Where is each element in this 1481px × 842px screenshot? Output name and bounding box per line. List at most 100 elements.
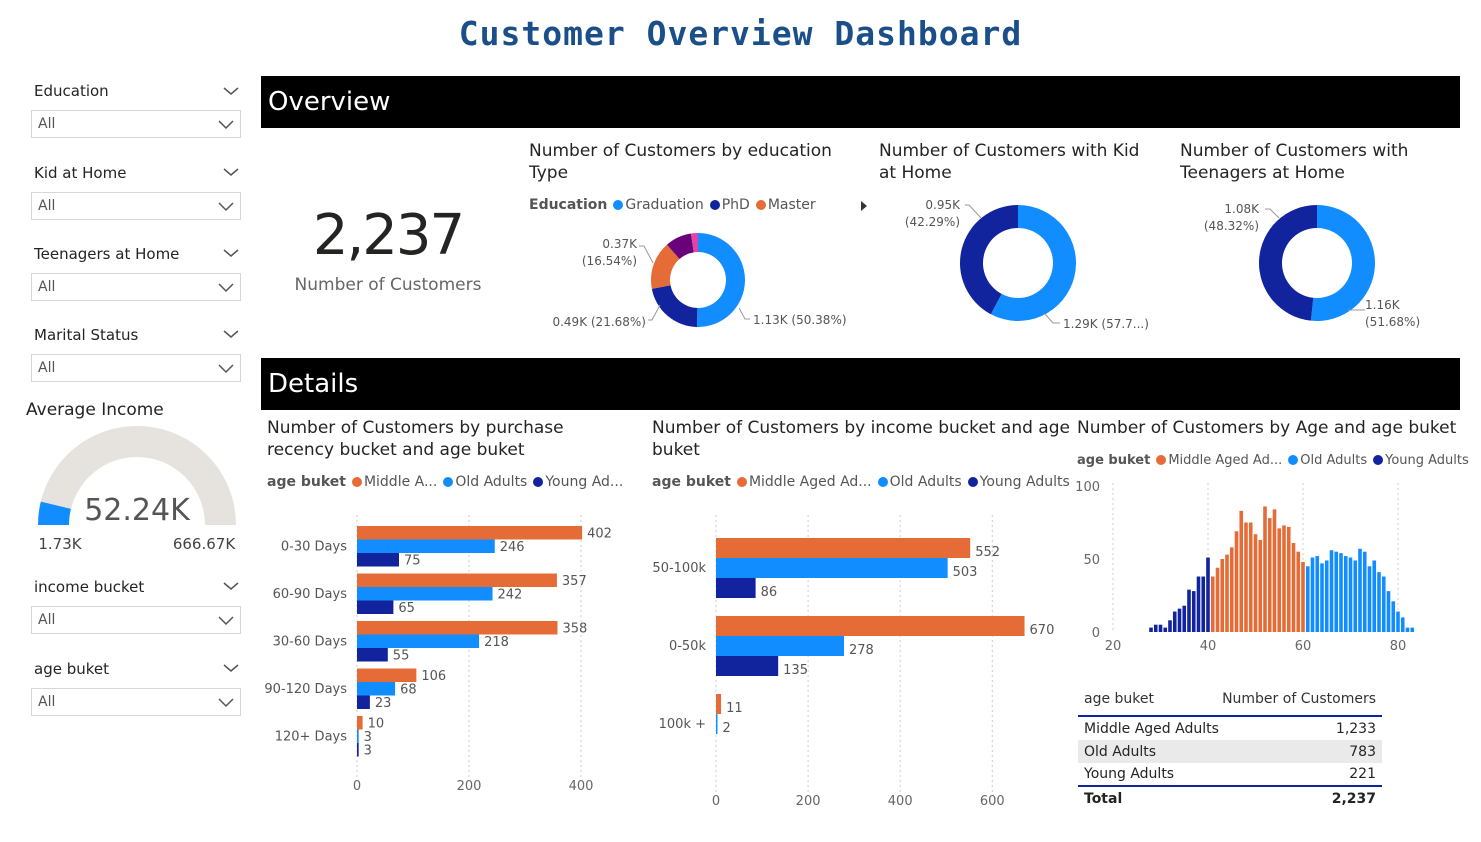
chevron-down-icon[interactable] [222, 580, 240, 592]
histogram-bar[interactable] [1282, 525, 1286, 632]
histogram-bar[interactable] [1172, 611, 1177, 632]
histogram-bar[interactable] [1348, 557, 1353, 632]
bar[interactable] [716, 714, 718, 734]
legend-item[interactable]: Young Adults [1385, 453, 1469, 468]
slicer-dropdown[interactable]: All [31, 110, 241, 138]
legend-item[interactable]: Graduation [625, 197, 703, 213]
histogram-bar[interactable] [1305, 566, 1310, 632]
legend-item[interactable]: Middle Aged Ad... [749, 474, 872, 490]
bar[interactable] [716, 694, 722, 714]
histogram-bar[interactable] [1334, 551, 1339, 632]
histogram-bar[interactable] [1362, 551, 1367, 632]
bar[interactable] [357, 573, 557, 588]
histogram-bar[interactable] [1229, 547, 1234, 632]
histogram-bar[interactable] [1267, 518, 1272, 632]
legend-item[interactable]: Young Ad... [545, 474, 623, 490]
histogram-bar[interactable] [1296, 551, 1301, 632]
histogram-bar[interactable] [1301, 561, 1305, 632]
slicer-dropdown[interactable]: All [31, 606, 241, 634]
histogram-bar[interactable] [1291, 542, 1296, 632]
histogram-bar[interactable] [1310, 557, 1315, 632]
legend-item[interactable]: PhD [722, 197, 750, 213]
histogram-bar[interactable] [1177, 608, 1182, 632]
chevron-down-icon[interactable] [222, 166, 240, 178]
bar[interactable] [357, 553, 399, 567]
histogram-bar[interactable] [1206, 557, 1210, 632]
histogram-bar[interactable] [1343, 556, 1348, 632]
histogram-bar[interactable] [1377, 572, 1381, 632]
bar[interactable] [357, 729, 359, 744]
histogram-bar[interactable] [1400, 617, 1405, 632]
histogram-bar[interactable] [1215, 567, 1220, 632]
histogram-bar[interactable] [1277, 528, 1282, 632]
histogram-bar[interactable] [1367, 566, 1372, 632]
slicer-dropdown[interactable]: All [31, 192, 241, 220]
histogram-bar[interactable] [1158, 624, 1163, 632]
histogram-bar[interactable] [1153, 624, 1158, 632]
bar[interactable] [716, 656, 779, 676]
legend-item[interactable]: Old Adults [455, 474, 527, 490]
table-header[interactable]: Number of Customers [1220, 682, 1382, 716]
histogram-bar[interactable] [1220, 559, 1225, 632]
bar[interactable] [357, 743, 359, 757]
histogram-bar[interactable] [1248, 522, 1253, 633]
histogram-bar[interactable] [1329, 550, 1334, 632]
bar[interactable] [357, 668, 417, 683]
chevron-down-icon[interactable] [222, 662, 240, 674]
histogram-bar[interactable] [1263, 506, 1267, 632]
histogram-bar[interactable] [1391, 601, 1396, 632]
histogram-bar[interactable] [1272, 509, 1277, 632]
bar[interactable] [357, 716, 363, 730]
histogram-bar[interactable] [1353, 560, 1358, 632]
chevron-down-icon[interactable] [222, 247, 240, 259]
legend-item[interactable]: Young Adults [980, 474, 1070, 490]
histogram-bar[interactable] [1286, 526, 1291, 632]
bar[interactable] [716, 616, 1025, 636]
bar[interactable] [357, 600, 394, 615]
legend-item[interactable]: Master [768, 197, 816, 213]
bar[interactable] [357, 682, 396, 696]
histogram-bar[interactable] [1210, 576, 1215, 632]
bar[interactable] [357, 526, 583, 540]
bar[interactable] [357, 648, 388, 662]
histogram-bar[interactable] [1358, 548, 1362, 632]
donut-slice[interactable] [651, 285, 698, 327]
slicer-dropdown[interactable]: All [31, 273, 241, 301]
legend-scroll-arrow-icon[interactable] [859, 200, 869, 212]
histogram-bar[interactable] [1386, 591, 1391, 632]
chevron-down-icon[interactable] [222, 328, 240, 340]
histogram-bar[interactable] [1191, 591, 1196, 632]
donut-slice[interactable] [697, 233, 745, 327]
slicer-dropdown[interactable]: All [31, 688, 241, 716]
bar[interactable] [716, 636, 845, 656]
slicer-dropdown[interactable]: All [31, 354, 241, 382]
legend-item[interactable]: Old Adults [1300, 453, 1367, 468]
histogram-bar[interactable] [1182, 605, 1187, 632]
histogram-bar[interactable] [1201, 576, 1206, 632]
bar[interactable] [716, 578, 756, 598]
histogram-bar[interactable] [1163, 627, 1168, 632]
histogram-bar[interactable] [1244, 522, 1248, 633]
histogram-bar[interactable] [1239, 510, 1244, 632]
histogram-bar[interactable] [1405, 627, 1410, 632]
histogram-bar[interactable] [1258, 540, 1263, 632]
bar[interactable] [716, 558, 948, 578]
donut-slice[interactable] [1258, 205, 1317, 321]
bar[interactable] [357, 587, 493, 601]
bar[interactable] [357, 634, 480, 649]
histogram-bar[interactable] [1324, 560, 1329, 632]
histogram-bar[interactable] [1225, 554, 1229, 632]
histogram-bar[interactable] [1234, 531, 1239, 632]
histogram-bar[interactable] [1339, 553, 1343, 632]
histogram-bar[interactable] [1381, 576, 1386, 632]
legend-item[interactable]: Middle A... [364, 474, 437, 490]
bar[interactable] [357, 539, 495, 554]
histogram-bar[interactable] [1315, 556, 1320, 632]
legend-item[interactable]: Middle Aged Ad... [1168, 453, 1282, 468]
histogram-bar[interactable] [1149, 627, 1153, 632]
histogram-bar[interactable] [1187, 589, 1191, 632]
legend-item[interactable]: Old Adults [890, 474, 962, 490]
table-header[interactable]: age buket [1078, 682, 1220, 716]
bar[interactable] [716, 538, 971, 558]
bar[interactable] [357, 695, 370, 710]
